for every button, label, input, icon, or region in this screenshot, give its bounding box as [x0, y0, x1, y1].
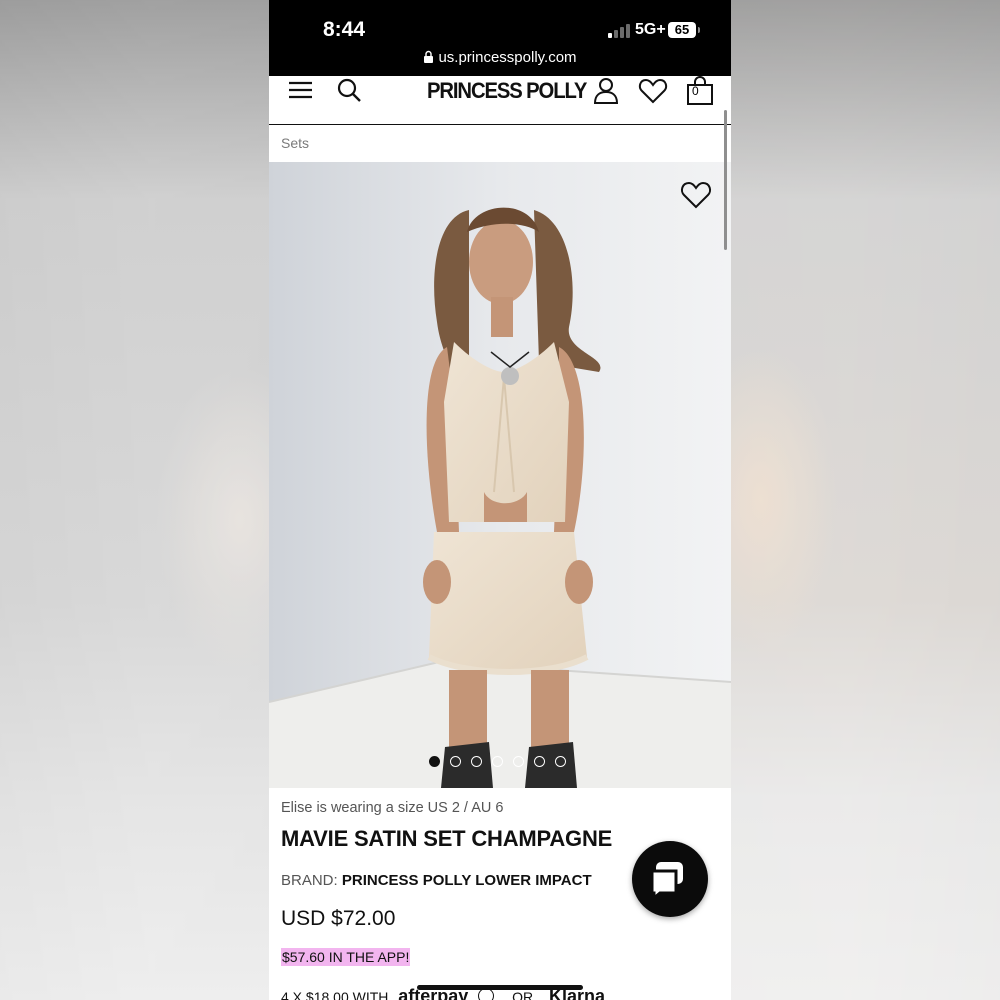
menu-icon[interactable] [287, 76, 317, 106]
brand-label: BRAND: [281, 872, 338, 889]
gallery-dot[interactable] [492, 756, 503, 767]
breadcrumb-item[interactable]: Sets [281, 135, 309, 151]
lock-icon [424, 50, 434, 63]
gallery-dot[interactable] [534, 756, 545, 767]
site-header: PRINCESS POLLY 0 [269, 76, 731, 125]
battery-icon: 65 [668, 22, 696, 38]
phone-screen: 8:44 5G+ 65 us.princesspolly.com PRINCES… [269, 0, 731, 1000]
status-time: 8:44 [323, 18, 366, 41]
brand-logo[interactable]: PRINCESS POLLY [427, 78, 587, 104]
product-title: MAVIE SATIN SET CHAMPAGNE [281, 826, 613, 851]
home-indicator [417, 985, 583, 990]
model-size-note: Elise is wearing a size US 2 / AU 6 [281, 800, 504, 816]
account-icon[interactable] [591, 76, 621, 106]
network-type: 5G+ [635, 21, 666, 38]
product-image[interactable] [269, 162, 731, 788]
gallery-dot[interactable] [513, 756, 524, 767]
bag-icon[interactable] [685, 76, 715, 106]
chat-button[interactable] [632, 841, 708, 917]
signal-icon [608, 24, 630, 38]
product-price: USD $72.00 [281, 907, 396, 930]
breadcrumb: Sets [269, 125, 731, 162]
bag-count: 0 [692, 84, 699, 98]
installment-text: 4 X $18.00 WITH [281, 989, 389, 1000]
chat-icon [650, 862, 683, 902]
brand-value[interactable]: PRINCESS POLLY LOWER IMPACT [342, 872, 592, 889]
search-icon[interactable] [335, 76, 365, 106]
gallery-dot[interactable] [429, 756, 440, 767]
status-bar: 8:44 5G+ 65 us.princesspolly.com [269, 0, 731, 76]
url-text: us.princesspolly.com [438, 49, 577, 66]
installment-or: OR [512, 989, 534, 1000]
address-bar[interactable]: us.princesspolly.com [269, 49, 731, 66]
gallery-dot[interactable] [555, 756, 566, 767]
battery-tip [698, 27, 700, 33]
gallery-dot[interactable] [471, 756, 482, 767]
product-brand: BRAND: PRINCESS POLLY LOWER IMPACT [281, 872, 592, 889]
app-price-badge[interactable]: $57.60 IN THE APP! [281, 948, 411, 966]
add-to-wishlist-icon[interactable] [679, 178, 713, 212]
page-scrollbar[interactable] [724, 110, 727, 250]
wishlist-icon[interactable] [638, 76, 668, 106]
gallery-dot[interactable] [450, 756, 461, 767]
product-photo [269, 162, 731, 788]
